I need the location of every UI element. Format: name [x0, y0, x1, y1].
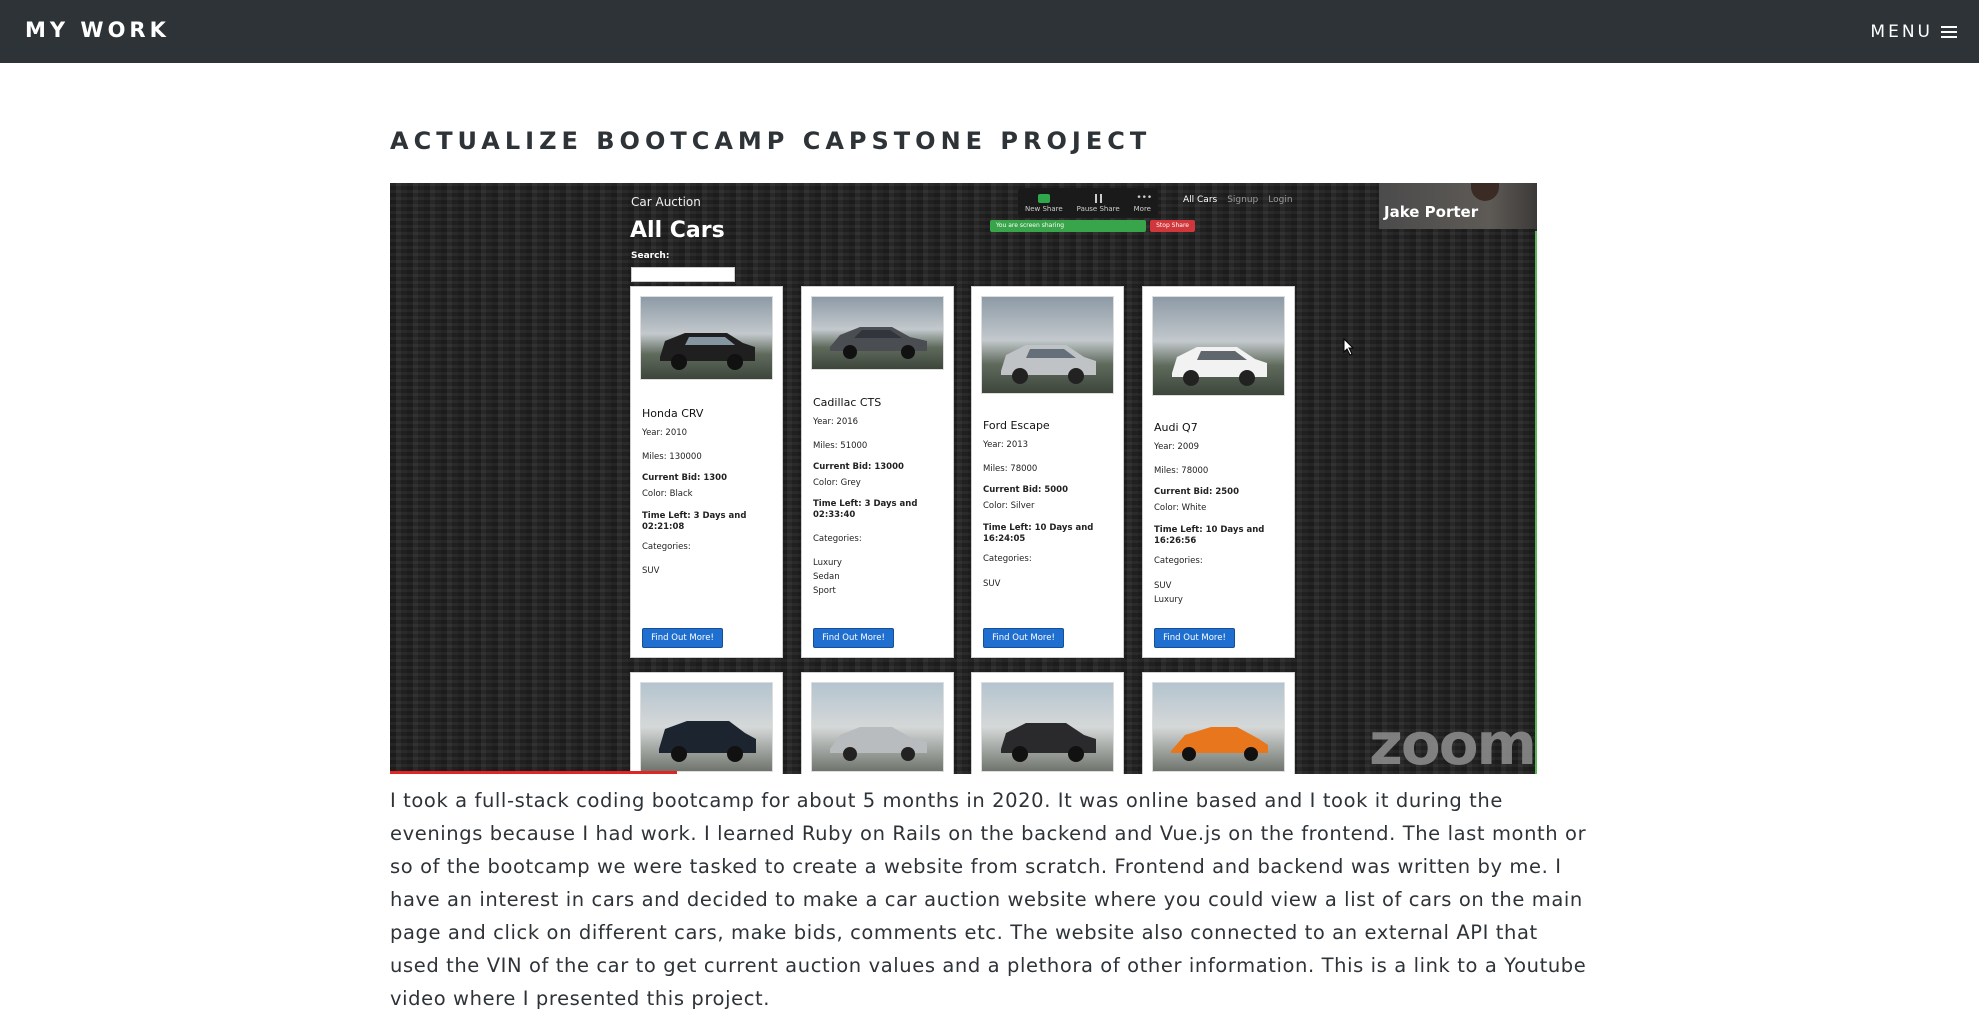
- car-category: SUV: [1154, 581, 1172, 591]
- car-current-bid: Current Bid: 2500: [1154, 487, 1240, 497]
- car-time-left: Time Left: 3 Days and 02:33:40: [813, 499, 918, 520]
- participant-name: Jake Porter: [1384, 203, 1479, 221]
- app-search-input: [631, 267, 735, 282]
- app-nav-login: Login: [1268, 195, 1293, 205]
- car-categories-label: Categories:: [983, 554, 1032, 564]
- app-nav-signup: Signup: [1227, 195, 1259, 205]
- car-silhouette-icon: [830, 727, 927, 761]
- section-title: ACTUALIZE BOOTCAMP CAPSTONE PROJECT: [390, 127, 1152, 155]
- car-current-bid: Current Bid: 13000: [813, 462, 904, 472]
- app-nav: All Cars Signup Login: [1183, 195, 1293, 205]
- car-current-bid: Current Bid: 1300: [642, 473, 728, 483]
- car-silhouette-icon: [1001, 345, 1096, 384]
- car-category: SUV: [642, 566, 660, 576]
- car-category: Sport: [813, 586, 836, 596]
- project-description: I took a full-stack coding bootcamp for …: [390, 789, 1587, 1010]
- menu-button[interactable]: MENU: [1870, 22, 1957, 42]
- car-silhouette-icon: [1172, 347, 1267, 386]
- car-photo: [981, 682, 1114, 772]
- car-year: Year: 2010: [642, 428, 688, 438]
- car-color: Color: Black: [642, 489, 693, 499]
- brand-link[interactable]: MY WORK: [25, 18, 170, 42]
- car-photo: [811, 682, 944, 772]
- find-out-more-button: Find Out More!: [983, 628, 1064, 648]
- car-photo: [1152, 682, 1285, 772]
- car-card: Cadillac CTS Year: 2016 Miles: 51000 Cur…: [801, 286, 954, 658]
- car-category: Luxury: [1154, 595, 1183, 605]
- car-silhouette-icon: [659, 721, 756, 762]
- car-photo: [1152, 296, 1285, 396]
- participant-video: [1471, 183, 1499, 201]
- car-color: Color: White: [1154, 503, 1207, 513]
- find-out-more-button: Find Out More!: [813, 628, 894, 648]
- car-name: Audi Q7: [1154, 421, 1198, 434]
- zoom-watermark: zoom: [1369, 710, 1537, 774]
- car-color: Color: Grey: [813, 478, 861, 488]
- car-name: Ford Escape: [983, 419, 1050, 432]
- car-photo: [981, 296, 1114, 394]
- pause-icon: [1094, 193, 1102, 203]
- new-share-item: New Share: [1025, 193, 1063, 213]
- car-card: [971, 672, 1124, 774]
- car-categories-label: Categories:: [1154, 556, 1203, 566]
- car-card: Honda CRV Year: 2010 Miles: 130000 Curre…: [630, 286, 783, 658]
- car-card: [801, 672, 954, 774]
- car-card: [630, 672, 783, 774]
- top-navbar: MY WORK MENU: [0, 0, 1979, 63]
- car-time-left: Time Left: 10 Days and 16:26:56: [1154, 525, 1265, 546]
- find-out-more-button: Find Out More!: [1154, 628, 1235, 648]
- zoom-share-toolbar: New Share Pause Share ••• More: [1018, 188, 1158, 218]
- participant-tile: Jake Porter: [1379, 183, 1537, 229]
- car-category: Sedan: [813, 572, 840, 582]
- car-miles: Miles: 130000: [642, 452, 702, 462]
- new-share-icon: [1037, 193, 1050, 203]
- find-out-more-button: Find Out More!: [642, 628, 723, 648]
- hamburger-icon: [1941, 26, 1957, 38]
- sharing-status: You are screen sharing: [990, 220, 1147, 232]
- car-year: Year: 2016: [813, 417, 859, 427]
- car-time-left: Time Left: 3 Days and 02:21:08: [642, 511, 747, 532]
- more-icon: •••: [1136, 192, 1153, 203]
- car-category: SUV: [983, 579, 1001, 589]
- car-silhouette-icon: [1001, 723, 1096, 762]
- car-categories-label: Categories:: [642, 542, 691, 552]
- pause-share-item: Pause Share: [1077, 193, 1120, 213]
- car-miles: Miles: 78000: [1154, 466, 1209, 476]
- app-brand: Car Auction: [631, 195, 701, 209]
- car-silhouette-icon: [660, 333, 755, 370]
- car-miles: Miles: 78000: [983, 464, 1038, 474]
- car-card: [1142, 672, 1295, 774]
- mouse-cursor-icon: [1343, 338, 1355, 356]
- car-year: Year: 2009: [1154, 442, 1200, 452]
- car-time-left: Time Left: 10 Days and 16:24:05: [983, 523, 1094, 544]
- share-border: [1535, 231, 1537, 774]
- car-silhouette-icon: [830, 327, 927, 359]
- car-category: Luxury: [813, 558, 842, 568]
- video-progress-bar[interactable]: [390, 771, 677, 774]
- app-page-heading: All Cars: [630, 218, 725, 243]
- car-miles: Miles: 51000: [813, 441, 868, 451]
- stop-share-label: Stop Share: [1150, 220, 1195, 232]
- car-card: Audi Q7 Year: 2009 Miles: 78000 Current …: [1142, 286, 1295, 658]
- project-video[interactable]: Car Auction All Cars Search: New Share P…: [390, 183, 1537, 774]
- car-current-bid: Current Bid: 5000: [983, 485, 1069, 495]
- car-categories-label: Categories:: [813, 534, 862, 544]
- car-photo: [640, 682, 773, 772]
- screen-sharing-banner: You are screen sharing Stop Share: [990, 220, 1195, 232]
- car-year: Year: 2013: [983, 440, 1029, 450]
- car-photo: [811, 296, 944, 370]
- car-silhouette-icon: [1171, 727, 1268, 761]
- car-name: Cadillac CTS: [813, 396, 882, 409]
- car-name: Honda CRV: [642, 407, 704, 420]
- car-card: Ford Escape Year: 2013 Miles: 78000 Curr…: [971, 286, 1124, 658]
- more-item: ••• More: [1133, 192, 1153, 213]
- app-search-label: Search:: [631, 251, 670, 261]
- app-nav-all-cars: All Cars: [1183, 195, 1218, 205]
- car-color: Color: Silver: [983, 501, 1035, 511]
- menu-label: MENU: [1870, 22, 1933, 42]
- car-photo: [640, 296, 773, 380]
